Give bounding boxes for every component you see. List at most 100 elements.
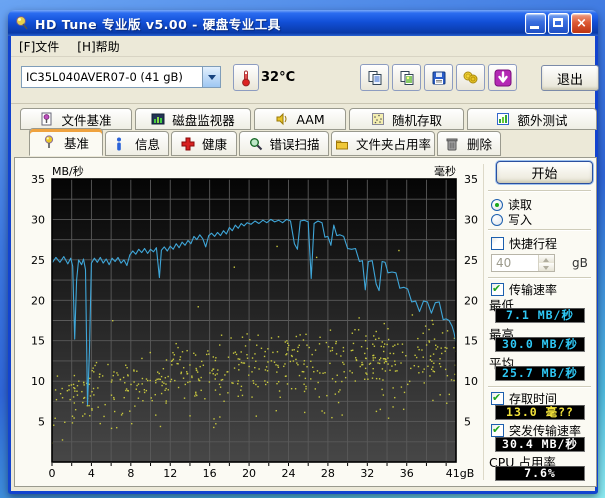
- max-value-display: 30.0 MB/秒: [495, 337, 585, 352]
- tab-error-scan[interactable]: 错误扫描: [239, 131, 329, 156]
- benchmark-chart: 35 30 25 20 15 10 5 35 30 25 20 15 10 5 0 4 8 12 16 20 24 28 3…: [31, 164, 478, 480]
- write-radio-row[interactable]: 写入: [491, 211, 532, 228]
- cpu-usage-display: 7.6%: [495, 466, 585, 481]
- svg-text:41gB: 41gB: [446, 467, 475, 480]
- window-controls: ×: [525, 12, 592, 34]
- short-stroke-value: 40: [496, 256, 512, 270]
- svg-text:35: 35: [464, 173, 478, 186]
- menu-bar: [F]文件 [H]帮助: [11, 36, 595, 57]
- tab-label: 磁盘监视器: [172, 112, 235, 128]
- exit-button[interactable]: 退出: [541, 65, 599, 91]
- separator: [488, 229, 591, 231]
- svg-text:5: 5: [464, 416, 471, 429]
- access-time-checkbox[interactable]: [491, 391, 504, 405]
- stepper-up-icon[interactable]: [539, 255, 554, 263]
- short-stroke-checkbox[interactable]: [491, 237, 504, 250]
- donate-button[interactable]: [456, 64, 485, 91]
- drive-selector[interactable]: IC35L040AVER07-0 (41 gB): [21, 66, 221, 88]
- start-button[interactable]: 开始: [496, 161, 593, 184]
- tab-label: 额外测试: [517, 112, 568, 128]
- svg-text:25: 25: [31, 254, 45, 267]
- burst-rate-checkbox[interactable]: [491, 423, 504, 437]
- svg-text:10: 10: [464, 375, 478, 388]
- download-arrow-icon: [494, 69, 511, 86]
- benchmark-pin-icon: [43, 135, 58, 149]
- thermometer-icon: [242, 70, 250, 86]
- temperature-readout: 32°C: [261, 70, 296, 85]
- tab-page-benchmark: 35 30 25 20 15 10 5 35 30 25 20 15 10 5 0 4 8 12 16 20 24 28 3…: [14, 157, 597, 487]
- tab-info[interactable]: 信息: [105, 131, 169, 156]
- title-bar[interactable]: HD Tune 专业版 v5.00 - 硬盘专业工具 ×: [8, 10, 598, 36]
- minimize-button[interactable]: [525, 12, 546, 34]
- magnifier-icon: [249, 137, 264, 151]
- read-radio[interactable]: [491, 198, 503, 211]
- svg-text:20: 20: [242, 467, 256, 480]
- min-value-display: 7.1 MB/秒: [495, 308, 585, 323]
- svg-text:30: 30: [464, 213, 478, 226]
- tab-row-bottom: 基准 信息 健康 错误扫描 文件夹占用率 删除: [29, 128, 501, 156]
- tab-extra-tests[interactable]: 额外测试: [467, 108, 597, 130]
- copy-image-button[interactable]: [392, 64, 421, 91]
- stepper-arrows[interactable]: [538, 255, 554, 271]
- separator: [488, 277, 591, 279]
- maximize-button[interactable]: [548, 12, 569, 34]
- tab-random-access[interactable]: 随机存取: [349, 108, 464, 130]
- short-stroke-row[interactable]: 快捷行程: [491, 235, 557, 252]
- short-stroke-stepper[interactable]: 40: [491, 254, 555, 272]
- svg-text:0: 0: [49, 467, 56, 480]
- svg-text:5: 5: [38, 416, 45, 429]
- tab-label: 删除: [467, 137, 493, 152]
- tab-disk-monitor[interactable]: 磁盘监视器: [135, 108, 251, 130]
- window-title: HD Tune 专业版 v5.00 - 硬盘专业工具: [35, 16, 281, 32]
- svg-text:35: 35: [31, 173, 45, 186]
- save-button[interactable]: [424, 64, 453, 91]
- short-stroke-unit: gB: [572, 256, 588, 270]
- svg-text:10: 10: [31, 375, 45, 388]
- svg-text:MB/秒: MB/秒: [52, 164, 84, 178]
- tab-aam[interactable]: AAM: [254, 108, 346, 130]
- close-button[interactable]: ×: [571, 12, 592, 34]
- control-panel: 开始 读取 写入 快捷行程 40 gB ✔ 传输速率 最低 7.1 MB/秒 最…: [483, 158, 596, 486]
- menu-file[interactable]: [F]文件: [19, 38, 59, 55]
- short-stroke-label: 快捷行程: [509, 237, 558, 251]
- extra-tests-icon: [496, 112, 511, 126]
- svg-text:32: 32: [360, 467, 374, 480]
- copy-text-button[interactable]: [360, 64, 389, 91]
- tab-row-top: 文件基准 磁盘监视器 AAM 随机存取 额外测试: [20, 108, 597, 130]
- tab-benchmark[interactable]: 基准: [29, 128, 103, 156]
- separator: [488, 386, 591, 388]
- svg-text:4: 4: [88, 467, 95, 480]
- stepper-down-icon[interactable]: [539, 263, 554, 271]
- save-icon: [432, 71, 445, 84]
- menu-help[interactable]: [H]帮助: [77, 38, 119, 55]
- random-access-icon: [371, 112, 386, 126]
- chevron-down-icon[interactable]: [202, 67, 220, 87]
- svg-text:8: 8: [127, 467, 134, 480]
- tab-file-benchmark[interactable]: 文件基准: [20, 108, 132, 130]
- tab-label: 随机存取: [391, 112, 442, 128]
- tab-label: 文件基准: [61, 112, 112, 128]
- copy-text-icon: [368, 70, 381, 85]
- svg-text:30: 30: [31, 213, 45, 226]
- svg-text:28: 28: [321, 467, 335, 480]
- tab-folder-usage[interactable]: 文件夹占用率: [331, 131, 435, 156]
- tab-label: 基准: [63, 135, 89, 151]
- write-radio[interactable]: [491, 213, 503, 226]
- svg-text:15: 15: [464, 335, 478, 348]
- tab-label: 文件夹占用率: [356, 137, 432, 152]
- folder-icon: [335, 137, 350, 151]
- health-cross-icon: [181, 137, 196, 151]
- temperature-button[interactable]: [233, 64, 259, 91]
- svg-text:16: 16: [203, 467, 217, 480]
- drive-selector-value: IC35L040AVER07-0 (41 gB): [26, 70, 183, 84]
- svg-text:25: 25: [464, 254, 478, 267]
- tab-health[interactable]: 健康: [171, 131, 237, 156]
- tab-label: 错误扫描: [269, 137, 320, 152]
- app-pin-icon: [16, 16, 28, 30]
- toolbar: IC35L040AVER07-0 (41 gB) 32°C 退出: [11, 57, 599, 104]
- tab-delete[interactable]: 删除: [437, 131, 501, 156]
- download-button[interactable]: [488, 64, 517, 91]
- tab-label: 健康: [202, 137, 228, 152]
- tab-label: AAM: [296, 111, 325, 127]
- svg-text:24: 24: [281, 467, 295, 480]
